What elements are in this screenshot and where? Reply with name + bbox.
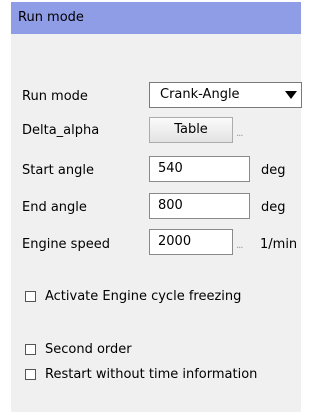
engine-speed-more-button[interactable]: ... — [236, 240, 243, 251]
run-mode-panel: Run mode Run mode Crank-Angle Delta_alph… — [11, 2, 302, 412]
start-angle-unit: deg — [261, 163, 286, 178]
delta-alpha-more-button[interactable]: ... — [236, 128, 243, 139]
option-label: Activate Engine cycle freezing — [45, 289, 242, 304]
end-angle-input[interactable]: 800 — [149, 193, 250, 219]
delta-alpha-label: Delta_alpha — [22, 123, 100, 138]
option-label: Restart without time information — [45, 367, 258, 382]
run-mode-value: Crank-Angle — [160, 87, 240, 102]
table-button[interactable]: Table — [149, 117, 233, 143]
end-angle-label: End angle — [22, 200, 87, 215]
second-order-checkbox[interactable] — [25, 344, 36, 355]
engine-speed-label: Engine speed — [22, 237, 110, 252]
run-mode-select[interactable]: Crank-Angle — [149, 82, 302, 108]
chevron-down-icon[interactable] — [285, 91, 297, 99]
option-label: Second order — [45, 342, 132, 357]
engine-speed-unit: 1/min — [260, 237, 298, 252]
start-angle-input[interactable]: 540 — [149, 156, 250, 182]
panel-title: Run mode — [11, 2, 301, 34]
run-mode-label: Run mode — [22, 89, 88, 104]
engine-speed-input[interactable]: 2000 — [149, 229, 233, 255]
engine-cycle-freezing-checkbox[interactable] — [25, 291, 36, 302]
start-angle-label: Start angle — [22, 163, 94, 178]
end-angle-unit: deg — [261, 200, 286, 215]
restart-without-time-checkbox[interactable] — [25, 369, 36, 380]
